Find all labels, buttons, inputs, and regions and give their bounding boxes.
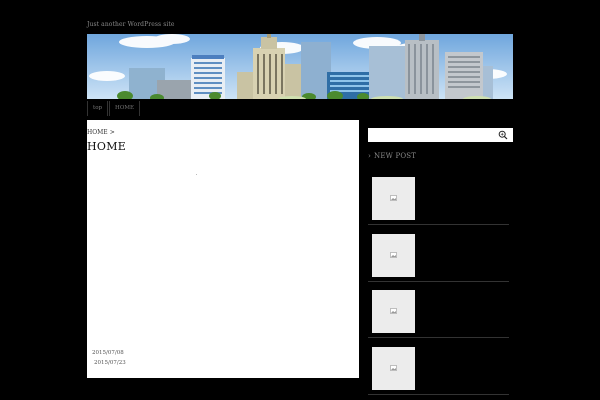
page-title: HOME xyxy=(87,140,127,153)
breadcrumb-home[interactable]: HOME xyxy=(87,129,108,136)
image-placeholder-icon xyxy=(390,365,397,371)
site-tagline: Just another WordPress site xyxy=(87,21,175,28)
widget-title-new-post: › NEW POST xyxy=(368,152,416,160)
nav-item-home[interactable]: HOME xyxy=(109,101,140,116)
search-form xyxy=(368,128,513,142)
image-placeholder-icon xyxy=(390,195,397,201)
nav-item-top[interactable]: top xyxy=(87,101,109,116)
header-banner[interactable] xyxy=(87,34,513,99)
chevron-right-icon: › xyxy=(368,152,371,160)
post-date[interactable]: 2015/07/08 xyxy=(92,350,124,356)
search-icon[interactable] xyxy=(498,130,508,140)
list-item[interactable] xyxy=(368,285,509,338)
post-thumbnail[interactable] xyxy=(372,177,415,220)
post-thumbnail[interactable] xyxy=(372,347,415,390)
post-date[interactable]: 2015/07/23 xyxy=(94,360,126,366)
breadcrumb: HOME > xyxy=(87,129,115,136)
image-placeholder-icon xyxy=(390,252,397,258)
main-content: HOME > HOME 2015/07/08 2015/07/23 xyxy=(87,120,359,378)
post-thumbnail[interactable] xyxy=(372,234,415,277)
post-thumbnail[interactable] xyxy=(372,290,415,333)
list-item[interactable] xyxy=(368,172,509,225)
breadcrumb-separator: > xyxy=(109,129,115,136)
content-dot xyxy=(196,174,197,175)
image-placeholder-icon xyxy=(390,308,397,314)
primary-nav: top HOME xyxy=(87,101,141,116)
list-item[interactable] xyxy=(368,229,509,282)
list-item[interactable] xyxy=(368,342,509,395)
widget-title-text: NEW POST xyxy=(374,152,417,160)
search-input[interactable] xyxy=(370,130,495,140)
